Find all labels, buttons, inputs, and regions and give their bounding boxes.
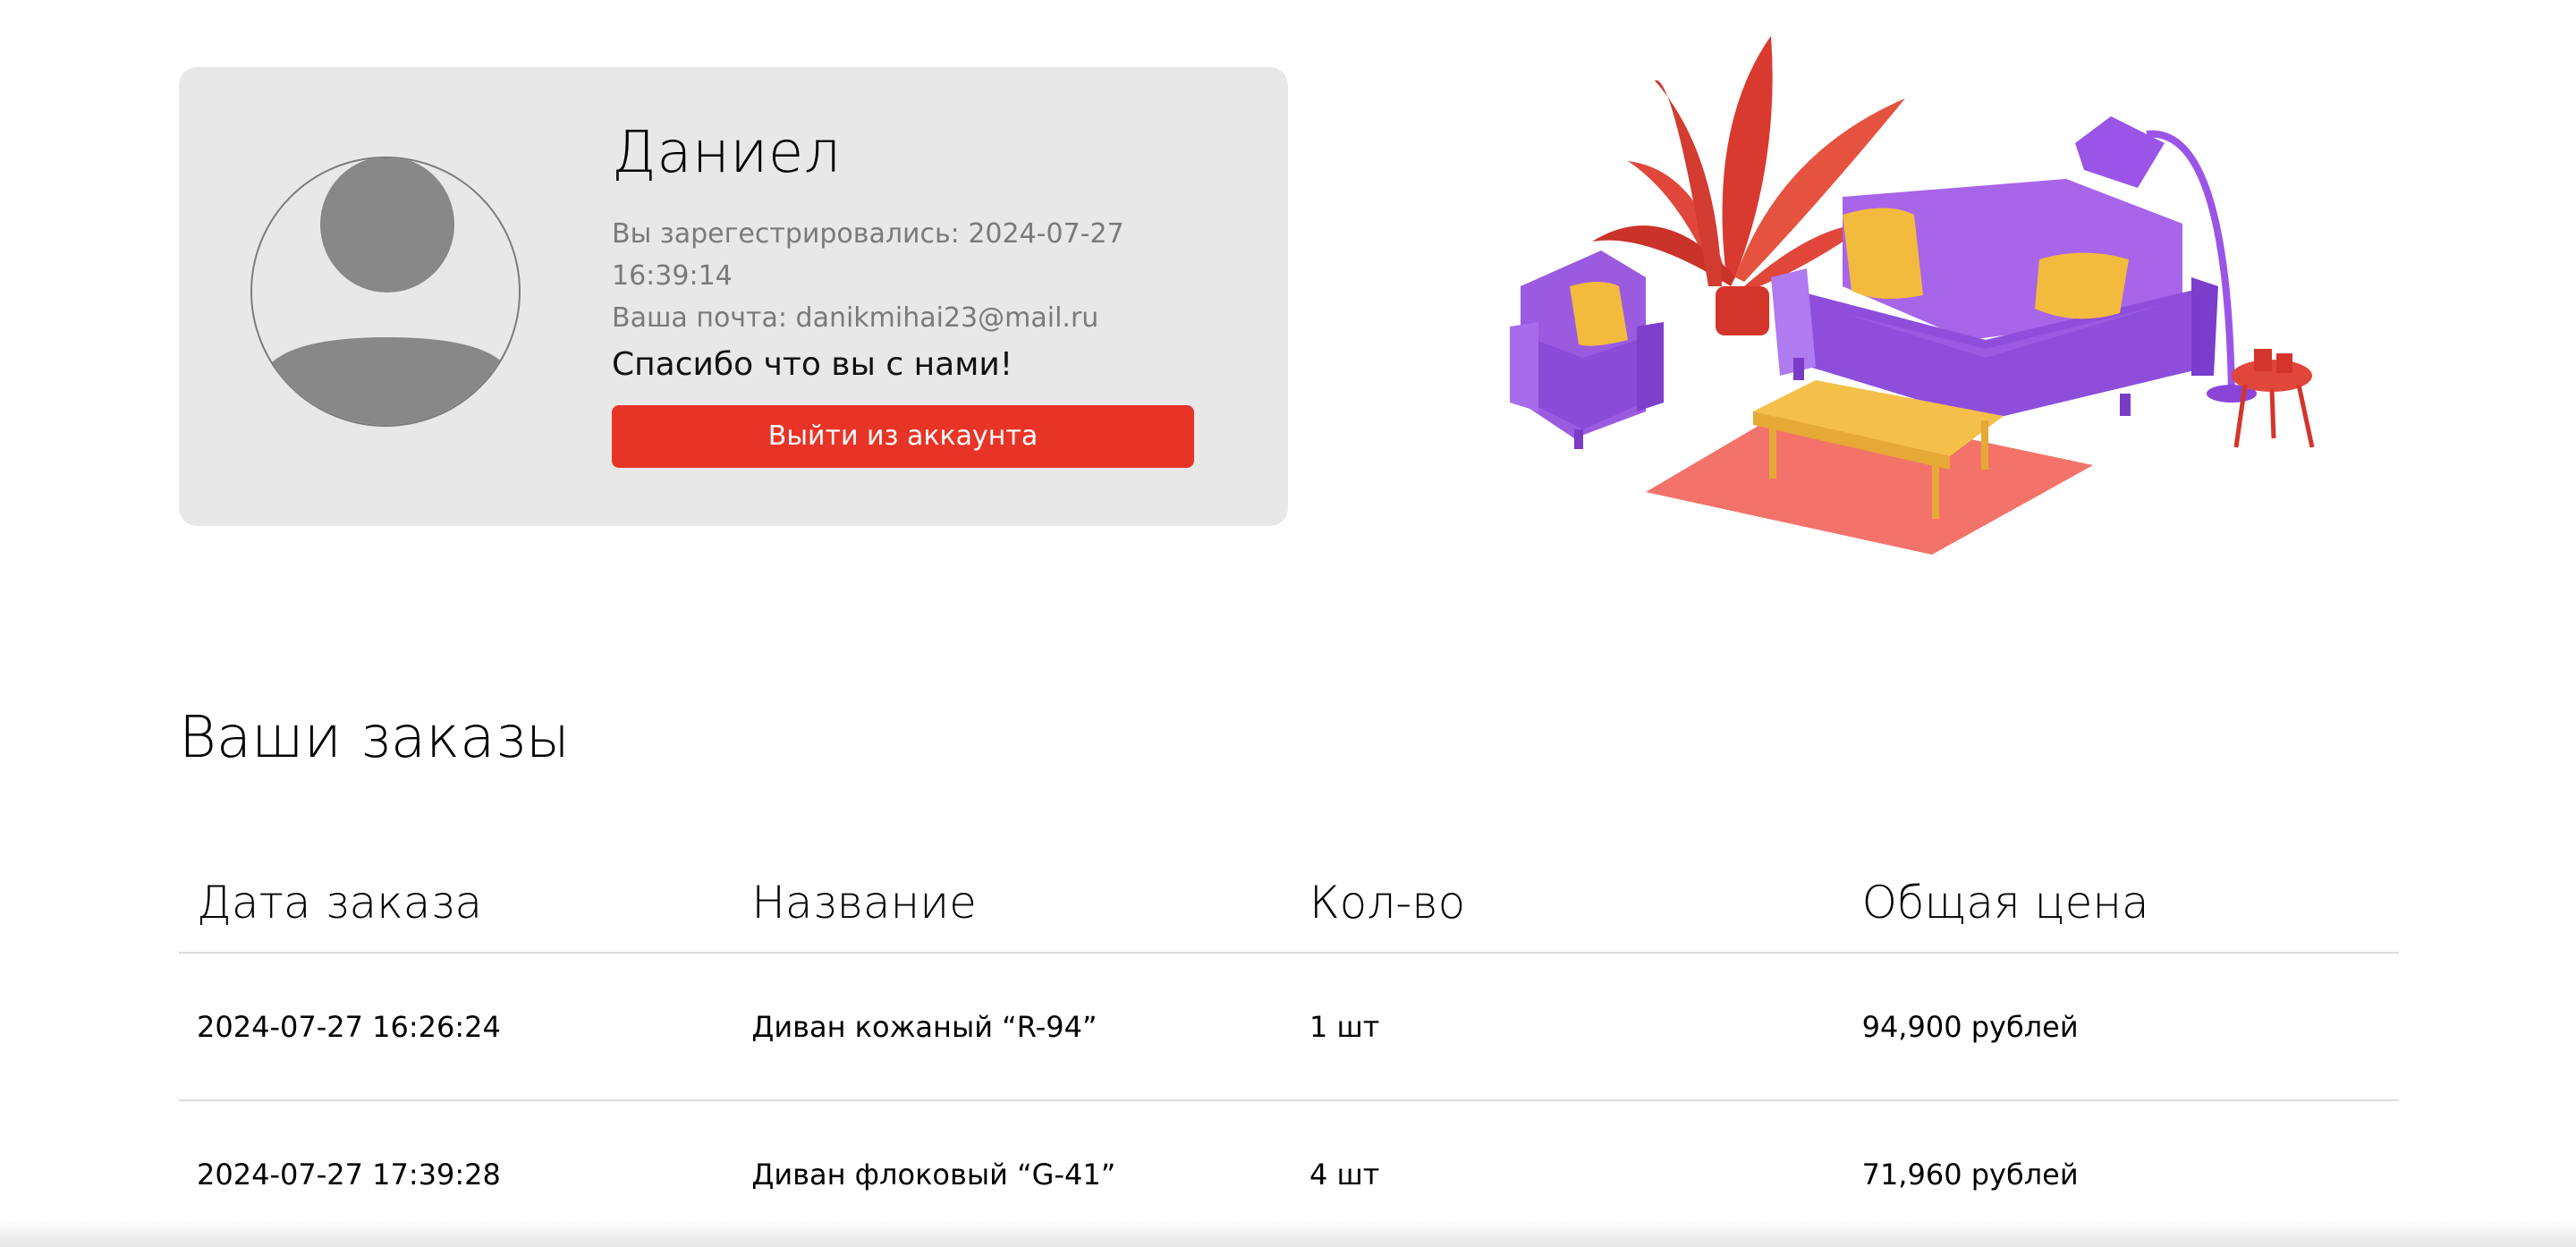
column-header-total: Общая цена xyxy=(1843,877,2399,954)
armchair-icon xyxy=(1510,250,1664,449)
profile-name: Даниел xyxy=(612,120,842,186)
user-email: Ваша почта: danikmihai23@mail.ru xyxy=(612,301,1099,334)
column-header-name: Название xyxy=(733,877,1292,954)
profile-info: Даниел Вы зарегестрировались: 2024-07-27… xyxy=(612,119,1238,468)
order-product: Диван кожаный “R-94” xyxy=(733,953,1292,1101)
avatar xyxy=(250,157,521,427)
registration-date: Вы зарегестрировались: 2024-07-27 16:39:… xyxy=(612,217,1124,292)
order-quantity: 4 шт xyxy=(1291,1100,1844,1247)
order-date: 2024-07-27 16:26:24 xyxy=(179,953,734,1101)
furniture-illustration xyxy=(1510,36,2315,555)
order-quantity: 1 шт xyxy=(1291,953,1844,1101)
orders-title: Ваши заказы xyxy=(179,705,570,771)
column-header-date: Дата заказа xyxy=(179,877,734,954)
profile-card: Даниел Вы зарегестрировались: 2024-07-27… xyxy=(179,67,1288,526)
table-header-row: Дата заказа Название Кол-во Общая цена xyxy=(179,877,2399,954)
orders-table: Дата заказа Название Кол-во Общая цена 2… xyxy=(179,877,2399,1247)
table-row: 2024-07-27 16:26:24 Диван кожаный “R-94”… xyxy=(179,953,2399,1101)
profile-page: Даниел Вы зарегестрировались: 2024-07-27… xyxy=(0,0,2576,1247)
thanks-message: Спасибо что вы с нами! xyxy=(612,345,1013,383)
side-table-icon xyxy=(2232,349,2315,448)
user-avatar-icon xyxy=(270,158,504,425)
logout-button[interactable]: Выйти из аккаунта xyxy=(612,404,1194,468)
order-product: Диван флоковый “G-41” xyxy=(733,1100,1292,1247)
order-date: 2024-07-27 17:39:28 xyxy=(179,1100,734,1247)
order-total: 94,900 рублей xyxy=(1843,953,2399,1101)
order-total: 71,960 рублей xyxy=(1843,1100,2399,1247)
sofa-icon xyxy=(1771,179,2218,420)
table-row: 2024-07-27 17:39:28 Диван флоковый “G-41… xyxy=(179,1100,2399,1247)
column-header-quantity: Кол-во xyxy=(1291,877,1844,954)
